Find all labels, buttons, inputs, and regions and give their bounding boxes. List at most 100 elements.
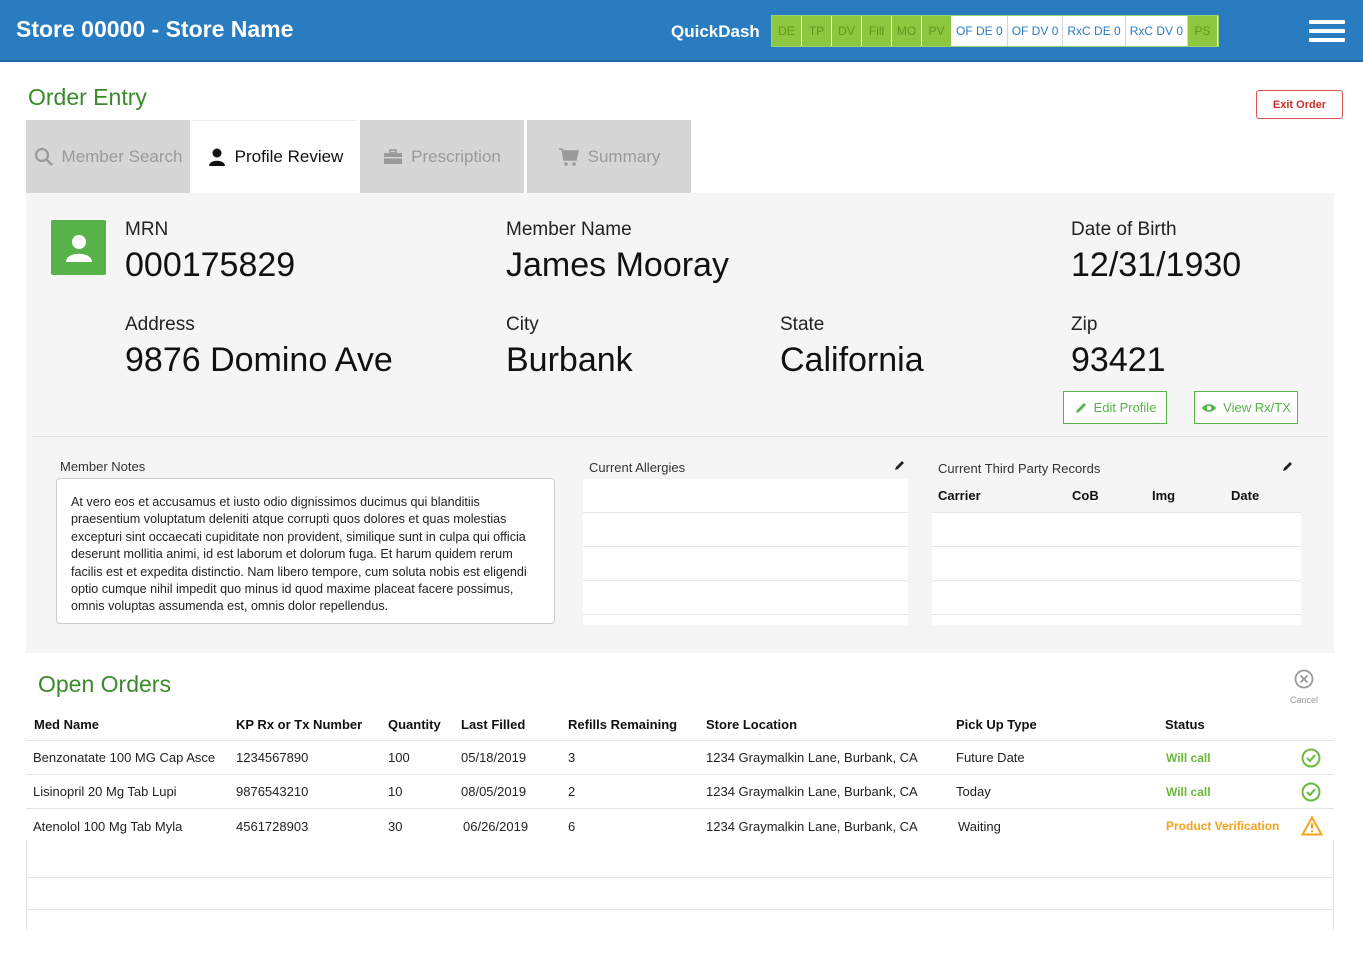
col-last-filled[interactable]: Last Filled xyxy=(461,717,525,732)
pickup-type: Waiting xyxy=(958,818,1001,834)
med-name: Atenolol 100 Mg Tab Myla xyxy=(33,818,183,834)
third-party-header: Carrier CoB Img Date xyxy=(932,479,1301,513)
edit-profile-button[interactable]: Edit Profile xyxy=(1063,391,1167,424)
med-name: Lisinopril 20 Mg Tab Lupi xyxy=(33,784,177,799)
col-img: Img xyxy=(1152,488,1176,503)
cancel-circle-icon xyxy=(1294,669,1314,689)
quickdash-bar: DE TP DV Fill MO PV OF DE 0 OF DV 0 RxC … xyxy=(771,15,1220,47)
quickdash-label[interactable]: QuickDash xyxy=(671,22,760,42)
rx-number: 9876543210 xyxy=(236,784,309,799)
col-date: Date xyxy=(1231,488,1260,503)
quickdash-fill[interactable]: Fill xyxy=(862,16,892,46)
city-label: City xyxy=(506,314,539,335)
third-party-row xyxy=(932,547,1301,581)
zip-value: 93421 xyxy=(1071,341,1166,379)
edit-allergies-icon[interactable] xyxy=(894,459,906,471)
orders-header: Med Name KP Rx or Tx Number Quantity Las… xyxy=(26,708,1334,741)
address-value: 9876 Domino Ave xyxy=(125,341,393,379)
pencil-icon xyxy=(1075,402,1086,413)
mrn-label: MRN xyxy=(125,219,169,240)
tab-profile-review[interactable]: Profile Review xyxy=(193,120,357,193)
cart-icon xyxy=(558,147,579,166)
dob-value: 12/31/1930 xyxy=(1071,246,1242,284)
status-text: Will call xyxy=(1166,784,1211,799)
check-circle-icon xyxy=(1301,748,1321,767)
third-party-row xyxy=(932,581,1301,615)
third-party-table: Carrier CoB Img Date xyxy=(932,479,1301,625)
quickdash-tp[interactable]: TP xyxy=(802,16,832,46)
tab-prescription[interactable]: Prescription xyxy=(360,120,524,193)
tab-summary[interactable]: Summary xyxy=(527,120,691,193)
warning-icon xyxy=(1301,816,1323,836)
table-row[interactable]: Benzonatate 100 MG Cap Asce 1234567890 1… xyxy=(26,741,1334,775)
member-avatar xyxy=(51,220,106,275)
profile-divider xyxy=(32,436,1328,437)
quickdash-rxc-de[interactable]: RxC DE 0 xyxy=(1063,16,1126,46)
col-status[interactable]: Status xyxy=(1165,717,1205,732)
open-orders-table: Med Name KP Rx or Tx Number Quantity Las… xyxy=(26,708,1334,910)
quickdash-de[interactable]: DE xyxy=(772,16,802,46)
mrn-value: 000175829 xyxy=(125,246,296,284)
tab-member-search[interactable]: Member Search xyxy=(26,120,190,193)
table-row[interactable]: Lisinopril 20 Mg Tab Lupi 9876543210 10 … xyxy=(26,775,1334,809)
member-name-value: James Mooray xyxy=(506,246,729,284)
col-rx-number[interactable]: KP Rx or Tx Number xyxy=(236,717,362,732)
address-label: Address xyxy=(125,314,195,335)
briefcase-icon xyxy=(384,148,403,164)
quickdash-of-de[interactable]: OF DE 0 xyxy=(952,16,1008,46)
table-left-border xyxy=(26,840,27,930)
profile-panel: MRN 000175829 Member Name James Mooray D… xyxy=(26,193,1334,653)
tab-label: Profile Review xyxy=(234,147,344,166)
allergy-row xyxy=(583,547,908,581)
pickup-type: Future Date xyxy=(956,750,1025,765)
quickdash-mo[interactable]: MO xyxy=(892,16,922,46)
search-icon xyxy=(34,147,53,166)
zip-label: Zip xyxy=(1071,314,1098,335)
quickdash-pv[interactable]: PV xyxy=(922,16,952,46)
col-pickup-type[interactable]: Pick Up Type xyxy=(956,717,1037,732)
last-filled: 05/18/2019 xyxy=(461,750,527,765)
user-avatar-icon xyxy=(65,234,92,262)
quantity: 100 xyxy=(388,750,410,765)
tab-label: Summary xyxy=(587,146,661,166)
med-name: Benzonatate 100 MG Cap Asce xyxy=(33,750,216,765)
cancel-button[interactable]: Cancel xyxy=(1284,669,1324,705)
exit-order-button[interactable]: Exit Order xyxy=(1256,90,1343,119)
allergies-list xyxy=(583,479,908,625)
empty-row xyxy=(26,877,1334,910)
quantity: 10 xyxy=(388,784,403,799)
col-refills[interactable]: Refills Remaining xyxy=(568,717,677,732)
col-cob: CoB xyxy=(1072,488,1099,503)
col-quantity[interactable]: Quantity xyxy=(388,717,441,732)
order-entry-tabs: Member Search Profile Review Prescriptio… xyxy=(26,120,694,193)
eye-icon xyxy=(1202,403,1217,412)
quickdash-dv[interactable]: DV xyxy=(832,16,862,46)
rx-number: 1234567890 xyxy=(236,750,309,765)
member-notes-label: Member Notes xyxy=(60,459,146,474)
refills-remaining: 2 xyxy=(568,784,576,799)
top-bar: Store 00000 - Store Name QuickDash DE TP… xyxy=(0,0,1363,62)
hamburger-menu-icon[interactable] xyxy=(1309,20,1345,44)
view-rx-tx-button[interactable]: View Rx/TX xyxy=(1194,391,1298,424)
col-store-location[interactable]: Store Location xyxy=(706,717,797,732)
current-allergies-label: Current Allergies xyxy=(589,460,686,475)
cancel-label: Cancel xyxy=(1289,695,1318,705)
status-text: Will call xyxy=(1166,750,1211,765)
quickdash-of-dv[interactable]: OF DV 0 xyxy=(1007,16,1064,46)
open-orders-title: Open Orders xyxy=(38,671,171,697)
edit-third-party-icon[interactable] xyxy=(1282,460,1294,472)
quickdash-rxc-dv[interactable]: RxC DV 0 xyxy=(1125,16,1189,46)
quickdash-ps[interactable]: PS xyxy=(1188,16,1219,46)
check-circle-icon xyxy=(1301,782,1321,801)
tab-label: Prescription xyxy=(411,146,501,166)
table-row[interactable]: Atenolol 100 Mg Tab Myla 4561728903 30 0… xyxy=(26,809,1334,843)
pickup-type: Today xyxy=(956,784,991,799)
refills-remaining: 6 xyxy=(568,818,576,834)
view-rx-tx-label: View Rx/TX xyxy=(1223,400,1291,415)
col-carrier: Carrier xyxy=(938,488,981,503)
tab-label: Member Search xyxy=(61,146,183,166)
user-icon xyxy=(208,148,225,166)
col-med-name[interactable]: Med Name xyxy=(34,717,99,732)
orders-spacer xyxy=(26,843,1334,877)
state-label: State xyxy=(780,314,825,335)
